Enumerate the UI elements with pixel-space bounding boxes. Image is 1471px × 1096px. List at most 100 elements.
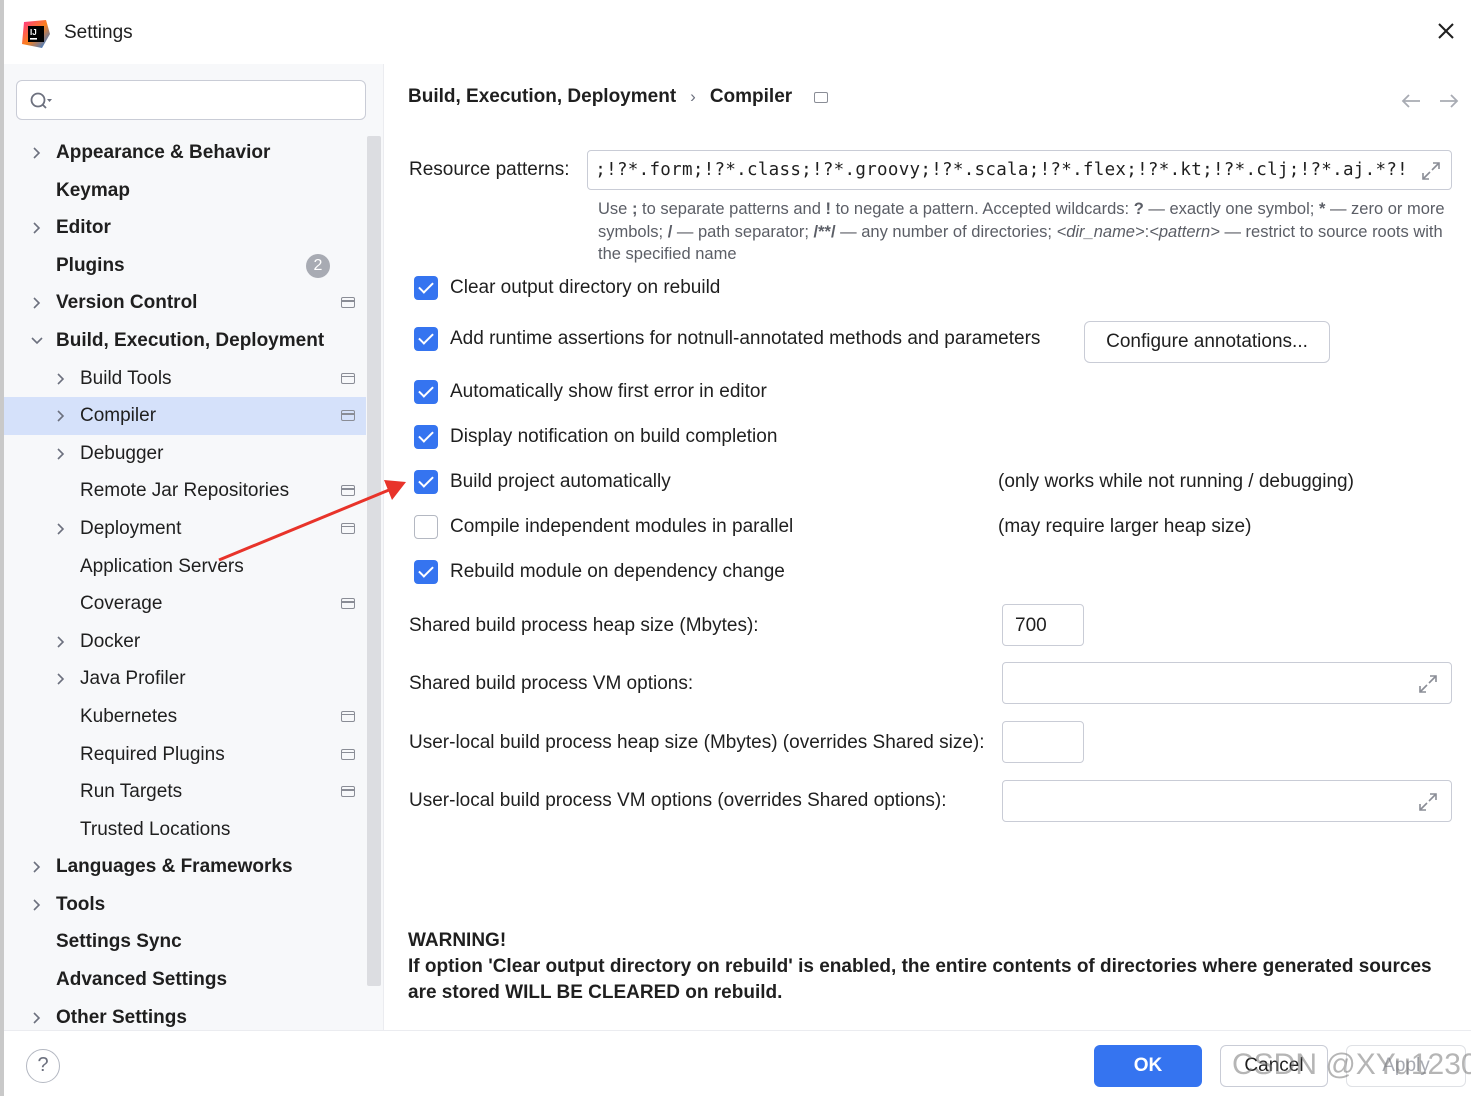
option-label[interactable]: Add runtime assertions for notnull-annot…	[450, 328, 1040, 350]
search-box[interactable]	[16, 80, 366, 120]
sidebar-item-trusted-locations[interactable]: Trusted Locations	[4, 811, 366, 849]
sidebar-item-plugins[interactable]: Plugins 2	[4, 247, 366, 285]
chevron-right-icon[interactable]	[30, 221, 44, 235]
chevron-right-icon[interactable]	[30, 296, 44, 310]
cancel-button[interactable]: Cancel	[1220, 1045, 1328, 1087]
expand-icon[interactable]	[1417, 673, 1439, 695]
sidebar-scrollbar[interactable]	[367, 136, 381, 986]
pin-icon	[341, 372, 355, 384]
sidebar-item-java-profiler[interactable]: Java Profiler	[4, 660, 366, 698]
sidebar-item-languages-frameworks[interactable]: Languages & Frameworks	[4, 848, 366, 886]
breadcrumb-parent[interactable]: Build, Execution, Deployment	[408, 86, 676, 108]
chevron-right-icon[interactable]	[54, 409, 68, 423]
chevron-right-icon[interactable]	[54, 522, 68, 536]
option-rebuild-module-on-dependency-change[interactable]: Rebuild module on dependency change	[414, 560, 785, 584]
sidebar-item-required-plugins[interactable]: Required Plugins	[4, 736, 366, 774]
option-clear-output-directory-on-rebuild[interactable]: Clear output directory on rebuild	[414, 276, 720, 300]
sidebar-item-label: Languages & Frameworks	[56, 856, 293, 878]
help-button[interactable]: ?	[26, 1049, 60, 1083]
arrow-left-icon[interactable]	[1400, 92, 1422, 110]
checkbox-checked[interactable]	[414, 425, 438, 449]
pin-icon	[814, 91, 829, 103]
notification-badge: 2	[306, 253, 330, 278]
chevron-right-icon[interactable]	[30, 146, 44, 160]
user-vm-field[interactable]	[1002, 780, 1452, 822]
sidebar-item-label: Debugger	[80, 442, 164, 464]
shared-heap-value[interactable]: 700	[1015, 615, 1047, 637]
search-icon[interactable]	[29, 91, 53, 111]
sidebar-item-debugger[interactable]: Debugger	[4, 435, 366, 473]
sidebar-item-editor[interactable]: Editor	[4, 209, 366, 247]
option-build-project-automatically[interactable]: Build project automatically	[414, 470, 671, 494]
chevron-right-icon[interactable]	[30, 860, 44, 874]
sidebar-item-settings-sync[interactable]: Settings Sync	[4, 923, 366, 961]
option-compile-independent-modules-in-parallel[interactable]: Compile independent modules in parallel	[414, 515, 793, 539]
sidebar-item-label: Java Profiler	[80, 668, 186, 690]
chevron-right-icon[interactable]	[54, 372, 68, 386]
resource-patterns-hint: Use ; to separate patterns and ! to nega…	[598, 200, 1445, 263]
option-label[interactable]: Rebuild module on dependency change	[450, 561, 785, 583]
option-label[interactable]: Clear output directory on rebuild	[450, 277, 720, 299]
apply-button[interactable]: Apply	[1346, 1045, 1466, 1087]
option-label[interactable]: Build project automatically	[450, 471, 671, 493]
sidebar-item-docker[interactable]: Docker	[4, 623, 366, 661]
shared-heap-field[interactable]: 700	[1002, 604, 1084, 646]
arrow-right-icon[interactable]	[1438, 92, 1460, 110]
sidebar-item-advanced-settings[interactable]: Advanced Settings	[4, 961, 366, 999]
search-input[interactable]	[61, 87, 351, 113]
shared-vm-field[interactable]	[1002, 662, 1452, 704]
chevron-right-icon[interactable]	[54, 635, 68, 649]
expand-icon[interactable]	[1420, 160, 1442, 182]
expand-icon[interactable]	[1417, 791, 1439, 813]
chevron-down-icon[interactable]	[30, 334, 44, 348]
option-add-runtime-assertions-for-notnull-annotated-methods-and-parameters[interactable]: Add runtime assertions for notnull-annot…	[414, 327, 1040, 351]
sidebar-item-label: Settings Sync	[56, 931, 182, 953]
sidebar-item-keymap[interactable]: Keymap	[4, 172, 366, 210]
sidebar-item-version-control[interactable]: Version Control	[4, 284, 366, 322]
resource-patterns-value[interactable]: !?*.java;!?*.form;!?*.class;!?*.groovy;!…	[598, 160, 1408, 180]
checkbox-checked[interactable]	[414, 560, 438, 584]
chevron-right-icon[interactable]	[30, 898, 44, 912]
sidebar-item-application-servers[interactable]: Application Servers	[4, 548, 366, 586]
shared-heap-label: Shared build process heap size (Mbytes):	[409, 615, 759, 636]
resource-patterns-field[interactable]: !?*.java;!?*.form;!?*.class;!?*.groovy;!…	[587, 150, 1452, 190]
close-icon[interactable]	[1431, 16, 1461, 46]
sidebar-item-run-targets[interactable]: Run Targets	[4, 773, 366, 811]
breadcrumb-separator: ›	[690, 87, 696, 106]
option-automatically-show-first-error-in-editor[interactable]: Automatically show first error in editor	[414, 380, 767, 404]
checkbox-checked[interactable]	[414, 380, 438, 404]
intellij-idea-icon: IJ	[22, 20, 50, 48]
sidebar-item-tools[interactable]: Tools	[4, 886, 366, 924]
sidebar-item-kubernetes[interactable]: Kubernetes	[4, 698, 366, 736]
sidebar-item-label: Version Control	[56, 292, 198, 314]
breadcrumb: Build, Execution, Deployment › Compiler	[408, 86, 829, 108]
option-note: (may require larger heap size)	[998, 516, 1252, 537]
option-label[interactable]: Automatically show first error in editor	[450, 381, 767, 403]
sidebar-item-label: Trusted Locations	[80, 818, 231, 840]
chevron-right-icon[interactable]	[54, 447, 68, 461]
sidebar-item-deployment[interactable]: Deployment	[4, 510, 366, 548]
svg-text:IJ: IJ	[30, 28, 37, 37]
option-label[interactable]: Display notification on build completion	[450, 426, 777, 448]
sidebar-item-compiler[interactable]: Compiler	[4, 397, 366, 435]
sidebar-item-build-tools[interactable]: Build Tools	[4, 360, 366, 398]
user-heap-field[interactable]	[1002, 721, 1084, 763]
sidebar-item-remote-jar-repositories[interactable]: Remote Jar Repositories	[4, 472, 366, 510]
checkbox-unchecked[interactable]	[414, 515, 438, 539]
option-label[interactable]: Compile independent modules in parallel	[450, 516, 793, 538]
chevron-right-icon[interactable]	[30, 1011, 44, 1025]
sidebar-item-coverage[interactable]: Coverage	[4, 585, 366, 623]
sidebar-item-appearance-behavior[interactable]: Appearance & Behavior	[4, 134, 366, 172]
checkbox-checked[interactable]	[414, 276, 438, 300]
option-display-notification-on-build-completion[interactable]: Display notification on build completion	[414, 425, 777, 449]
checkbox-checked[interactable]	[414, 327, 438, 351]
chevron-right-icon[interactable]	[54, 672, 68, 686]
pin-icon	[341, 710, 355, 722]
configure-annotations-button[interactable]: Configure annotations...	[1084, 321, 1330, 363]
sidebar-item-label: Run Targets	[80, 781, 183, 803]
sidebar-item-label: Appearance & Behavior	[56, 142, 271, 163]
pin-icon	[341, 410, 355, 422]
ok-button[interactable]: OK	[1094, 1045, 1202, 1087]
sidebar-item-build-execution-deployment[interactable]: Build, Execution, Deployment	[4, 322, 366, 360]
checkbox-checked[interactable]	[414, 470, 438, 494]
